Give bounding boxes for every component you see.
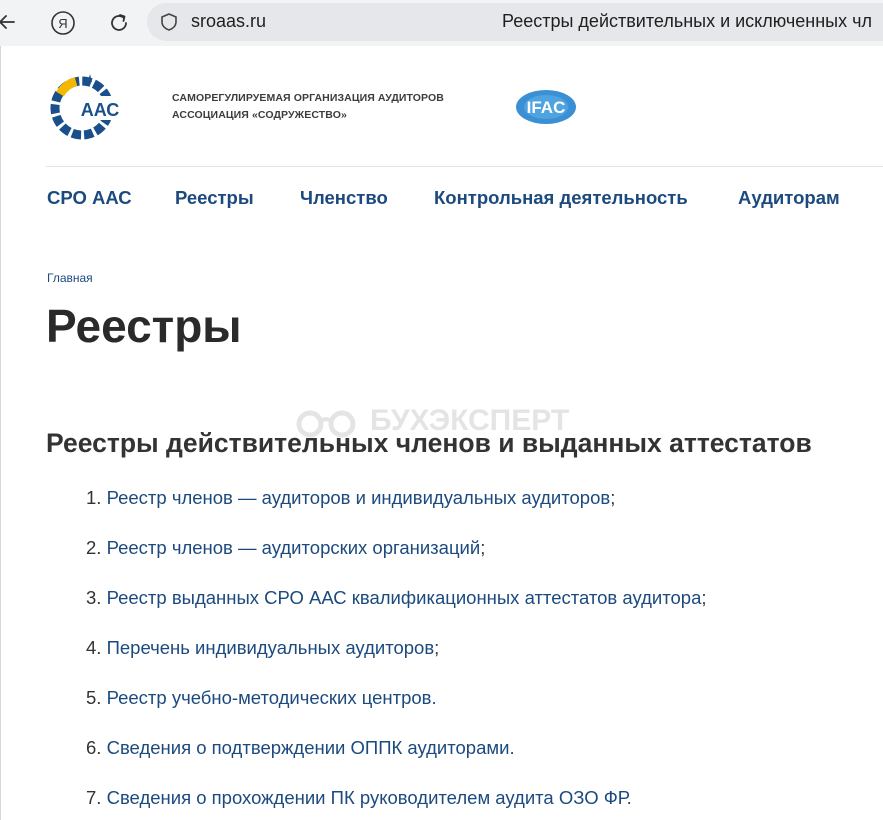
- registry-link[interactable]: Реестр выданных СРО ААС квалификационных…: [107, 587, 702, 608]
- nav-auditors[interactable]: Аудиторам: [738, 187, 840, 209]
- list-number: 3.: [86, 587, 102, 608]
- nav-registries[interactable]: Реестры: [175, 187, 254, 209]
- list-suffix: ;: [610, 487, 616, 508]
- page-title: Реестры: [46, 300, 242, 352]
- back-arrow-icon[interactable]: [0, 9, 20, 35]
- list-item: 3. Реестр выданных СРО ААС квалификацион…: [86, 587, 707, 609]
- registry-link[interactable]: Сведения о прохождении ПК руководителем …: [107, 787, 632, 808]
- list-suffix: ;: [434, 637, 440, 658]
- list-item: 7. Сведения о прохождении ПК руководител…: [86, 787, 632, 809]
- svg-text:Я: Я: [58, 16, 67, 31]
- list-item: 1. Реестр членов — аудиторов и индивидуа…: [86, 487, 615, 509]
- registry-link[interactable]: Сведения о подтверждении ОППК аудиторами…: [107, 737, 515, 758]
- registry-link[interactable]: Перечень индивидуальных аудиторов: [107, 637, 435, 658]
- org-name-line1: САМОРЕГУЛИРУЕМАЯ ОРГАНИЗАЦИЯ АУДИТОРОВ: [172, 92, 444, 104]
- list-item: 6. Сведения о подтверждении ОППК аудитор…: [86, 737, 515, 759]
- nav-control-activity[interactable]: Контрольная деятельность: [434, 187, 688, 209]
- ifac-text: IFAC: [527, 98, 566, 117]
- reload-icon[interactable]: [106, 10, 132, 36]
- address-bar[interactable]: sroaas.ru Реестры действительных и исклю…: [147, 3, 883, 41]
- list-suffix: ;: [701, 587, 707, 608]
- page-tab-title: Реестры действительных и исключенных чл: [502, 11, 872, 31]
- browser-toolbar: Я sroaas.ru Реестры действительных и иск…: [0, 0, 883, 46]
- header-divider: [46, 166, 883, 167]
- list-number: 6.: [86, 737, 102, 758]
- ifac-logo[interactable]: IFAC: [514, 88, 578, 126]
- list-number: 2.: [86, 537, 102, 558]
- shield-icon: [161, 13, 177, 31]
- list-number: 7.: [86, 787, 102, 808]
- nav-membership[interactable]: Членство: [300, 187, 388, 209]
- list-item: 2. Реестр членов — аудиторских организац…: [86, 537, 485, 559]
- aac-logo[interactable]: ААС: [48, 72, 124, 140]
- breadcrumb-home[interactable]: Главная: [47, 271, 93, 285]
- list-item: 4. Перечень индивидуальных аудиторов;: [86, 637, 439, 659]
- org-name-line2: АССОЦИАЦИЯ «СОДРУЖЕСТВО»: [172, 109, 347, 121]
- list-suffix: ;: [480, 537, 486, 558]
- window-edge: [0, 46, 1, 820]
- url-text: sroaas.ru: [191, 11, 267, 31]
- list-number: 4.: [86, 637, 102, 658]
- nav-sro-aac[interactable]: СРО ААС: [47, 187, 132, 209]
- list-number: 5.: [86, 687, 102, 708]
- registry-link[interactable]: Реестр членов — аудиторов и индивидуальн…: [107, 487, 611, 508]
- yandex-icon[interactable]: Я: [50, 10, 76, 36]
- list-number: 1.: [86, 487, 102, 508]
- section-title: Реестры действительных членов и выданных…: [46, 428, 812, 458]
- logo-text: ААС: [81, 100, 120, 120]
- registry-link[interactable]: Реестр учебно-методических центров.: [107, 687, 437, 708]
- registry-link[interactable]: Реестр членов — аудиторских организаций: [107, 537, 481, 558]
- list-item: 5. Реестр учебно-методических центров.: [86, 687, 437, 709]
